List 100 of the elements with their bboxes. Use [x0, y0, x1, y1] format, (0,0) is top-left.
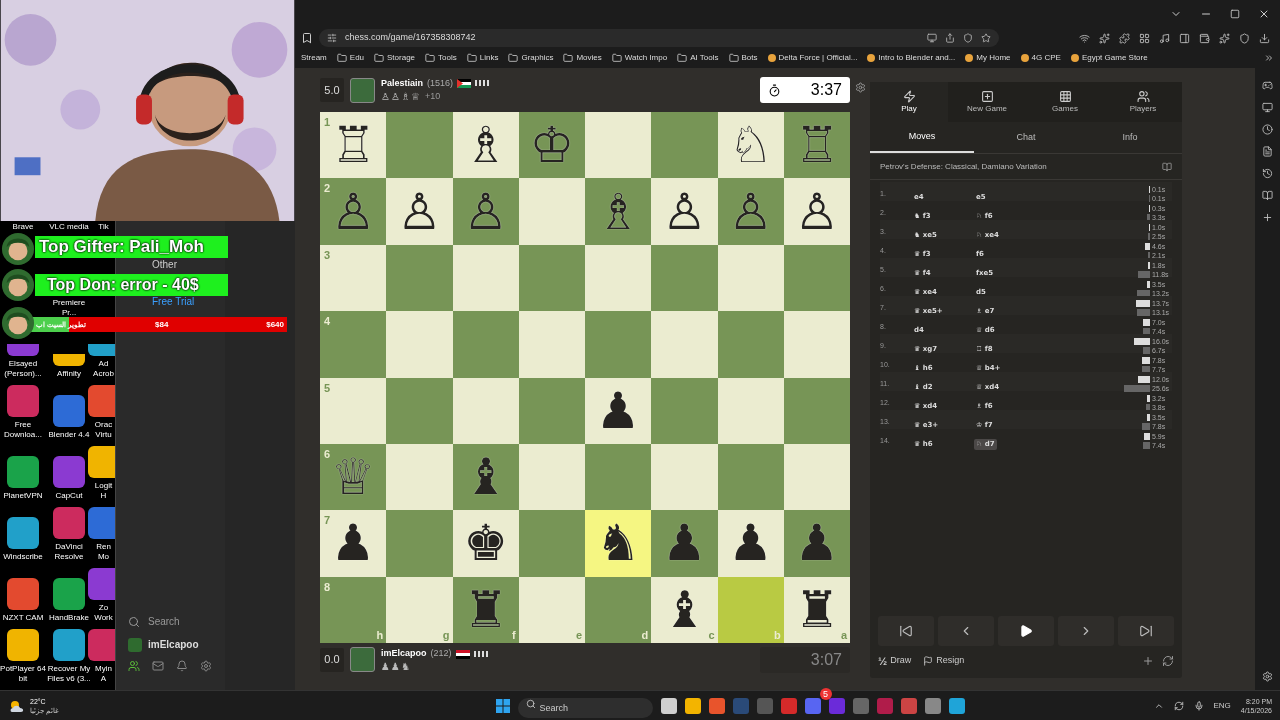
- board-square[interactable]: ♘: [717, 112, 784, 179]
- shortcut-label[interactable]: Brave: [12, 222, 34, 231]
- board-square[interactable]: [717, 443, 784, 511]
- add-icon[interactable]: [1142, 655, 1154, 667]
- chess-piece[interactable]: ♚: [463, 515, 509, 572]
- app-icon[interactable]: [7, 517, 39, 549]
- panel-tab[interactable]: Chat: [974, 122, 1078, 153]
- shortcut-label[interactable]: CapCut: [55, 491, 83, 501]
- book-icon[interactable]: [1262, 190, 1273, 201]
- board-square[interactable]: [783, 443, 850, 511]
- settings-icon[interactable]: [1262, 671, 1273, 682]
- board-square[interactable]: [452, 244, 519, 312]
- shortcut-label[interactable]: Myin A: [92, 664, 115, 684]
- bookmark-icon[interactable]: [301, 32, 313, 44]
- bookmark-link[interactable]: Storage: [374, 52, 416, 64]
- board-square[interactable]: [585, 112, 652, 179]
- board-square[interactable]: ♟: [717, 510, 784, 577]
- board-square[interactable]: ♙: [717, 178, 784, 245]
- shortcut-label[interactable]: Tik: [98, 222, 109, 231]
- board-square[interactable]: [651, 244, 718, 312]
- board-square[interactable]: ♟: [783, 510, 850, 577]
- board-square[interactable]: [518, 443, 585, 511]
- shield-icon[interactable]: [963, 33, 973, 43]
- chess-piece[interactable]: ♟: [661, 515, 707, 572]
- nav-tab[interactable]: Play: [870, 82, 948, 122]
- chess-piece[interactable]: ♟: [728, 515, 774, 572]
- app-icon[interactable]: [948, 697, 965, 714]
- monitor-icon[interactable]: [1262, 102, 1273, 113]
- shortcut-label[interactable]: Elsayed (Person)...: [0, 359, 46, 379]
- wallet-icon[interactable]: [1199, 32, 1210, 44]
- bookmark-link[interactable]: Delta Force | Official...: [767, 52, 858, 64]
- chess-piece[interactable]: ♙: [661, 183, 707, 240]
- language-indicator[interactable]: ENG: [1213, 699, 1231, 712]
- board-square[interactable]: [518, 377, 585, 444]
- app-icon[interactable]: [7, 456, 39, 488]
- mail-icon[interactable]: [152, 660, 164, 672]
- chess-piece[interactable]: ♗: [595, 183, 641, 240]
- search-field[interactable]: Search: [148, 614, 218, 629]
- close-icon[interactable]: [1258, 8, 1270, 20]
- chess-piece[interactable]: ♙: [396, 183, 442, 240]
- shortcut-label[interactable]: Windscribe: [3, 552, 43, 562]
- app-icon[interactable]: [87, 385, 115, 417]
- shortcut-label[interactable]: NZXT CAM: [2, 613, 44, 623]
- bookmark-link[interactable]: Watch Impo: [611, 52, 668, 64]
- app-icon[interactable]: [7, 578, 39, 610]
- shortcut-label[interactable]: HandBrake: [49, 613, 89, 623]
- clock-icon[interactable]: [1262, 124, 1273, 135]
- bookmark-link[interactable]: Intro to Blender and...: [867, 52, 956, 64]
- chess-piece[interactable]: ♕: [330, 449, 376, 506]
- taskbar-search[interactable]: Search: [517, 697, 653, 718]
- app-icon[interactable]: [87, 446, 115, 478]
- chess-piece[interactable]: ♖: [330, 117, 376, 174]
- board-square[interactable]: ♗: [452, 112, 519, 179]
- chess-piece[interactable]: ♙: [794, 183, 840, 240]
- app-icon[interactable]: [708, 697, 725, 714]
- shortcut-label[interactable]: Blender 4.4: [48, 430, 90, 440]
- board-square[interactable]: ♞: [585, 510, 652, 577]
- bookmark-link[interactable]: Edu: [336, 52, 365, 64]
- settings-icon[interactable]: [200, 660, 212, 672]
- board-square[interactable]: [717, 377, 784, 444]
- chess-piece[interactable]: ♖: [794, 117, 840, 174]
- bell-icon[interactable]: [176, 660, 188, 672]
- app-icon[interactable]: [660, 697, 677, 714]
- chess-piece[interactable]: ♔: [529, 117, 575, 174]
- bookmark-link[interactable]: 4G CPE: [1020, 52, 1061, 64]
- nav-tab[interactable]: Players: [1104, 82, 1182, 122]
- document-icon[interactable]: [1262, 146, 1273, 157]
- app-icon[interactable]: [53, 629, 85, 661]
- app-icon[interactable]: [684, 697, 701, 714]
- address-bar[interactable]: chess.com/game/167358308742: [319, 29, 999, 47]
- board-square[interactable]: [783, 244, 850, 312]
- chess-piece[interactable]: ♘: [728, 117, 774, 174]
- shortcut-label[interactable]: Ren Mo: [92, 542, 115, 562]
- shortcut-label[interactable]: VLC media: [49, 222, 89, 231]
- chess-piece[interactable]: ♙: [330, 183, 376, 240]
- chess-piece[interactable]: ♙: [463, 183, 509, 240]
- player-name[interactable]: Palestiain: [381, 76, 424, 90]
- chess-piece[interactable]: ♟: [595, 382, 641, 439]
- board-square[interactable]: ♝: [452, 443, 519, 511]
- app-icon[interactable]: [924, 697, 941, 714]
- chess-piece[interactable]: ♗: [463, 117, 509, 174]
- board-square[interactable]: ♟: [585, 377, 652, 444]
- sync-icon[interactable]: [1173, 700, 1184, 711]
- app-icon[interactable]: [7, 629, 39, 661]
- shortcut-label[interactable]: Premiere Pr...: [46, 298, 92, 318]
- panel-tab[interactable]: Moves: [870, 122, 974, 153]
- share-icon[interactable]: [945, 33, 955, 43]
- chess-piece[interactable]: ♞: [595, 515, 641, 572]
- bookmark-link[interactable]: Movies: [563, 52, 602, 64]
- board-square[interactable]: ♙: [783, 178, 850, 245]
- grid-icon[interactable]: [1139, 32, 1150, 44]
- board-square[interactable]: ♚: [452, 510, 519, 577]
- shortcut-label[interactable]: PlanetVPN: [3, 491, 43, 501]
- board-square[interactable]: [717, 244, 784, 312]
- chess-piece[interactable]: ♜: [463, 581, 509, 638]
- star-icon[interactable]: [981, 33, 991, 43]
- resign-button[interactable]: Resign: [923, 654, 965, 668]
- shortcut-label[interactable]: Zo Work: [92, 603, 115, 623]
- board-square[interactable]: ♙: [651, 178, 718, 245]
- monitor-icon[interactable]: [927, 33, 937, 43]
